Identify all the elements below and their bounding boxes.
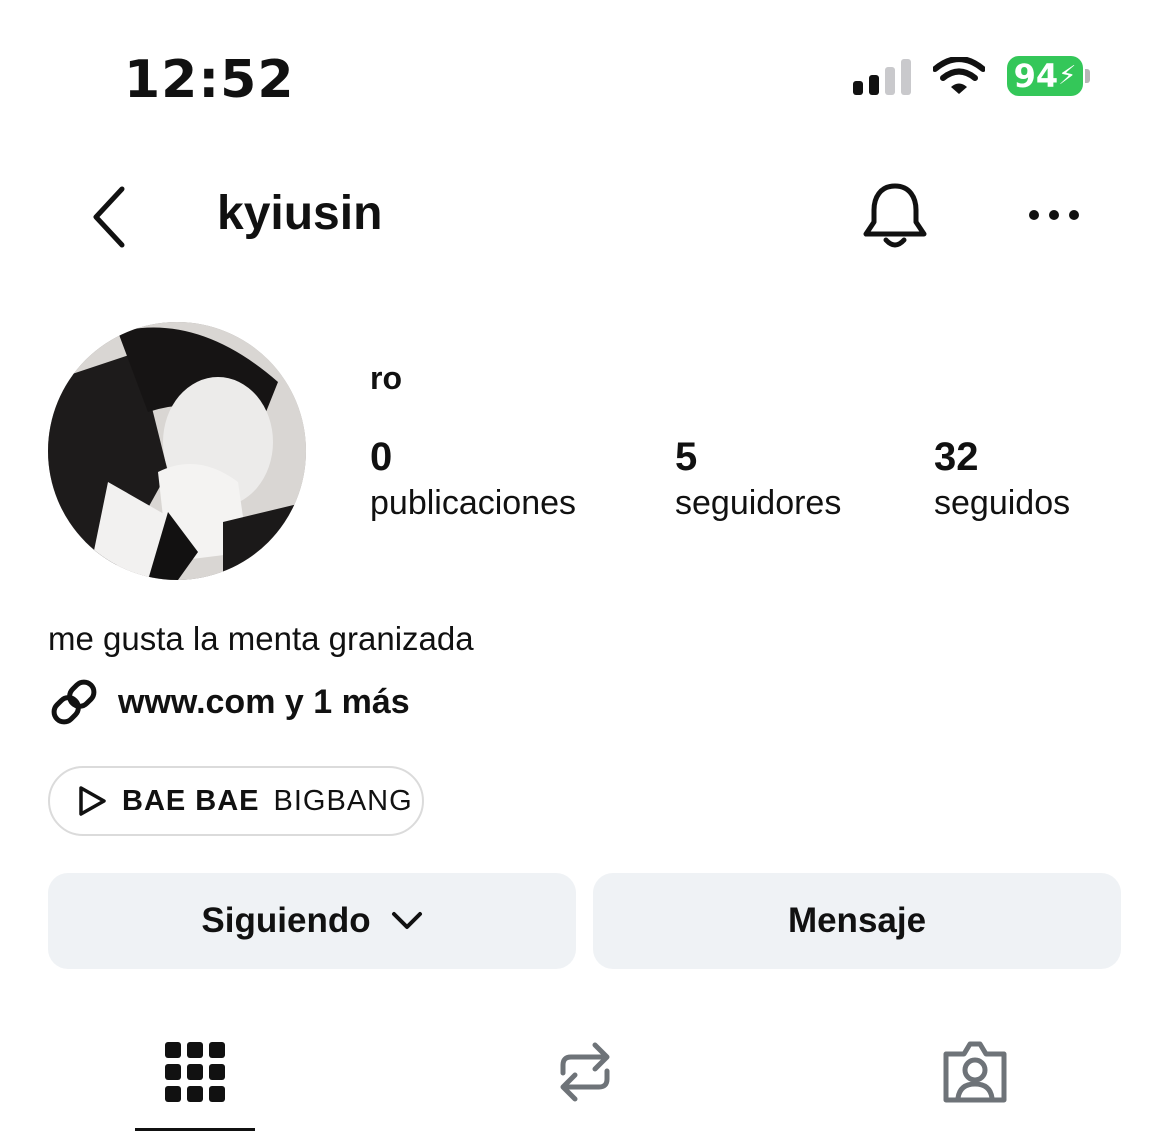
link-text: www.com y 1 más [118,682,410,721]
notifications-button[interactable] [860,180,930,252]
chevron-down-icon [391,912,422,929]
profile-bio: me gusta la menta granizada [48,620,474,657]
following-label: Siguiendo [201,901,371,940]
following-count: 32 [934,435,979,479]
following-label: seguidos [934,484,1071,522]
status-icons: 94 ⚡ [853,56,1090,96]
back-chevron-icon [93,186,125,248]
link-icon [51,679,97,725]
profile-link[interactable]: www.com y 1 más [48,676,410,728]
tagged-icon [943,1041,1007,1103]
tab-posts-grid[interactable] [135,1032,255,1112]
posts-count: 0 [370,435,393,479]
followers-stat[interactable]: 5 seguidores [675,434,841,526]
posts-label: publicaciones [370,484,577,522]
posts-stat[interactable]: 0 publicaciones [370,434,576,526]
back-button[interactable] [88,182,148,252]
music-chip[interactable]: BAE BAE BIGBANG [48,766,424,836]
avatar-photo [48,322,306,580]
status-time: 12:52 [124,50,295,110]
reposts-icon [560,1042,610,1102]
cellular-signal-icon [853,57,911,95]
grid-icon [165,1042,225,1102]
battery-level: 94 ⚡ [1007,56,1083,96]
message-button[interactable]: Mensaje [593,873,1121,969]
tab-tagged[interactable] [915,1032,1035,1112]
more-options-button[interactable] [1026,200,1086,230]
bell-icon [863,183,927,248]
music-title: BAE BAE [122,784,260,817]
tab-reposts[interactable] [525,1032,645,1112]
active-tab-indicator [135,1128,255,1131]
display-name: ro [370,360,402,396]
more-icon [1029,210,1079,220]
followers-label: seguidores [675,484,842,522]
wifi-icon [933,57,985,94]
profile-avatar[interactable] [48,322,306,580]
music-artist: BIGBANG [273,784,413,817]
message-label: Mensaje [787,901,927,940]
followers-count: 5 [675,435,698,479]
battery-charging-icon: 94 ⚡ [1007,56,1090,96]
following-button[interactable]: Siguiendo [48,873,576,969]
profile-username: kyiusin [217,187,383,240]
play-icon [79,786,106,816]
following-stat[interactable]: 32 seguidos [934,434,1070,526]
profile-screen: 12:52 94 ⚡ kyiusin ro 0 publicaciones 5 … [0,0,1170,1132]
